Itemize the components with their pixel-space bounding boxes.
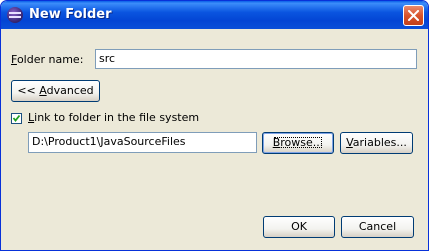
browse-button[interactable]: Browse...: [262, 132, 334, 154]
link-checkbox[interactable]: [11, 113, 22, 124]
folder-name-label: Folder name:: [11, 53, 84, 66]
new-folder-dialog: New Folder Folder name: src << Advanced …: [0, 0, 429, 251]
path-input[interactable]: D:\Product1\JavaSourceFiles: [28, 132, 257, 153]
checkmark-icon: [12, 114, 21, 122]
title-bar[interactable]: New Folder: [1, 1, 428, 29]
advanced-button[interactable]: << Advanced: [11, 80, 100, 102]
cancel-button[interactable]: Cancel: [341, 216, 414, 238]
link-checkbox-label[interactable]: Link to folder in the file system: [28, 111, 199, 124]
close-button[interactable]: [403, 5, 424, 26]
dialog-title: New Folder: [29, 7, 112, 22]
variables-button[interactable]: Variables...: [340, 132, 413, 154]
ok-button[interactable]: OK: [263, 216, 335, 238]
close-icon: [408, 10, 419, 21]
folder-name-input[interactable]: src: [95, 49, 417, 69]
eclipse-app-icon: [7, 7, 23, 23]
